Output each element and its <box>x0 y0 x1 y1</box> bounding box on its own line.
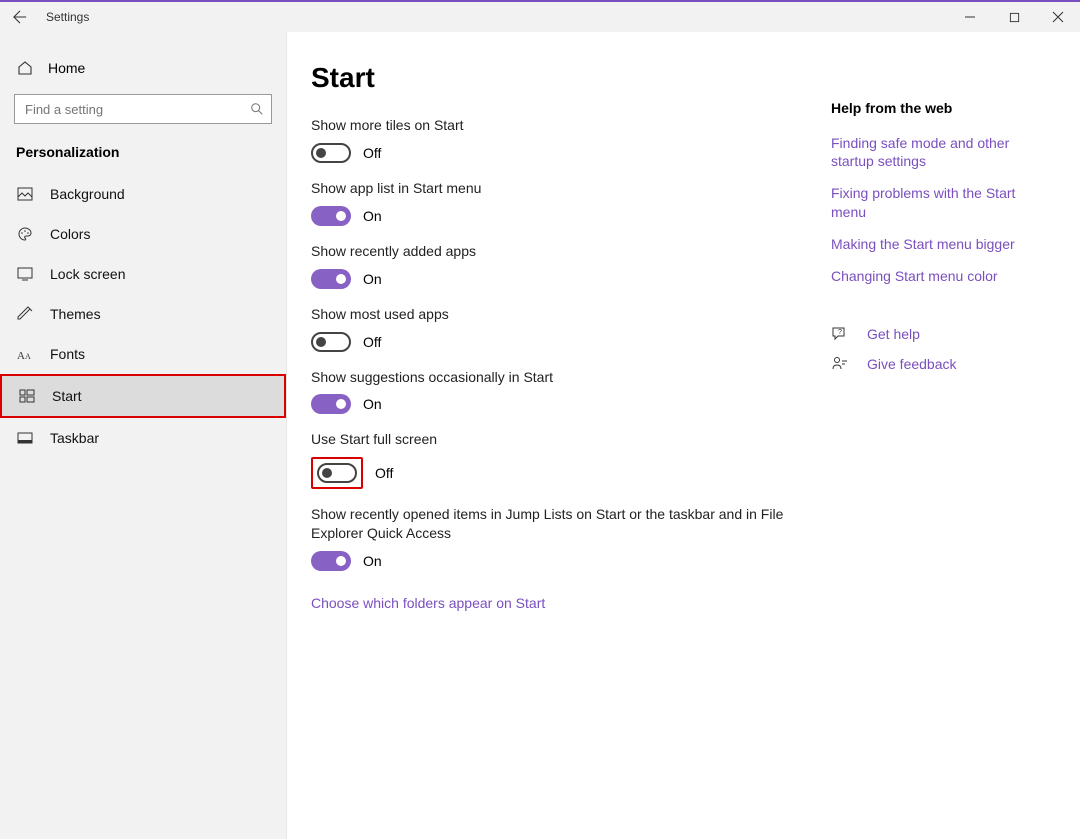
themes-icon <box>16 306 34 322</box>
sidebar-item-lock-screen[interactable]: Lock screen <box>0 254 286 294</box>
main-content: Start Show more tiles on Start Off Show … <box>287 32 1080 839</box>
sidebar-item-label: Taskbar <box>50 430 99 446</box>
aside-title: Help from the web <box>831 100 1051 116</box>
setting-suggestions: Show suggestions occasionally in Start O… <box>311 368 811 415</box>
back-arrow-icon <box>13 10 27 24</box>
sidebar-item-taskbar[interactable]: Taskbar <box>0 418 286 458</box>
window-controls <box>948 2 1080 32</box>
toggle-state: Off <box>363 334 381 350</box>
svg-text:?: ? <box>838 329 842 336</box>
palette-icon <box>16 226 34 242</box>
sidebar-item-fonts[interactable]: AA Fonts <box>0 334 286 374</box>
maximize-button[interactable] <box>992 2 1036 32</box>
toggle-switch[interactable] <box>311 394 351 414</box>
home-button[interactable]: Home <box>0 52 286 94</box>
svg-text:A: A <box>25 352 31 361</box>
toggle-state: On <box>363 208 382 224</box>
close-button[interactable] <box>1036 2 1080 32</box>
setting-label: Show suggestions occasionally in Start <box>311 368 811 387</box>
home-label: Home <box>48 60 85 76</box>
setting-recently-added: Show recently added apps On <box>311 242 811 289</box>
close-icon <box>1052 11 1064 23</box>
minimize-icon <box>964 11 976 23</box>
help-link[interactable]: Making the Start menu bigger <box>831 235 1051 253</box>
folders-link[interactable]: Choose which folders appear on Start <box>311 595 545 611</box>
setting-label: Use Start full screen <box>311 430 811 449</box>
sidebar-item-background[interactable]: Background <box>0 174 286 214</box>
setting-most-used: Show most used apps Off <box>311 305 811 352</box>
toggle-state: On <box>363 271 382 287</box>
help-bubble-icon: ? <box>831 325 849 343</box>
toggle-switch[interactable] <box>311 332 351 352</box>
taskbar-icon <box>16 432 34 444</box>
setting-full-screen: Use Start full screen Off <box>311 430 811 489</box>
help-link[interactable]: Fixing problems with the Start menu <box>831 184 1051 220</box>
setting-show-more-tiles: Show more tiles on Start Off <box>311 116 811 163</box>
toggle-state: Off <box>363 145 381 161</box>
minimize-button[interactable] <box>948 2 992 32</box>
setting-label: Show recently added apps <box>311 242 811 261</box>
toggle-state: On <box>363 553 382 569</box>
highlight-box <box>311 457 363 489</box>
get-help-label: Get help <box>867 326 920 342</box>
toggle-state: On <box>363 396 382 412</box>
back-button[interactable] <box>0 2 40 32</box>
sidebar-item-label: Lock screen <box>50 266 125 282</box>
help-aside: Help from the web Finding safe mode and … <box>811 62 1051 839</box>
window-title: Settings <box>40 10 948 24</box>
feedback-icon <box>831 355 849 373</box>
category-title: Personalization <box>0 144 286 174</box>
sidebar-item-label: Themes <box>50 306 101 322</box>
sidebar-item-themes[interactable]: Themes <box>0 294 286 334</box>
toggle-state: Off <box>375 465 393 481</box>
sidebar-item-label: Fonts <box>50 346 85 362</box>
lock-screen-icon <box>16 267 34 281</box>
toggle-switch[interactable] <box>311 143 351 163</box>
sidebar: Home Personalization Background Colors <box>0 32 287 839</box>
give-feedback-label: Give feedback <box>867 356 957 372</box>
setting-label: Show app list in Start menu <box>311 179 811 198</box>
sidebar-item-colors[interactable]: Colors <box>0 214 286 254</box>
toggle-switch[interactable] <box>311 206 351 226</box>
help-link[interactable]: Finding safe mode and other startup sett… <box>831 134 1051 170</box>
toggle-switch[interactable] <box>317 463 357 483</box>
titlebar: Settings <box>0 0 1080 32</box>
toggle-switch[interactable] <box>311 269 351 289</box>
setting-label: Show more tiles on Start <box>311 116 811 135</box>
toggle-switch[interactable] <box>311 551 351 571</box>
maximize-icon <box>1009 12 1020 23</box>
home-icon <box>16 60 34 76</box>
sidebar-item-label: Background <box>50 186 125 202</box>
give-feedback-button[interactable]: Give feedback <box>831 355 1051 373</box>
sidebar-item-label: Start <box>52 388 82 404</box>
search-icon <box>250 102 264 116</box>
page-title: Start <box>311 62 811 94</box>
picture-icon <box>16 187 34 201</box>
setting-jump-lists: Show recently opened items in Jump Lists… <box>311 505 811 571</box>
search-input[interactable] <box>14 94 272 124</box>
sidebar-item-start[interactable]: Start <box>0 374 286 418</box>
start-icon <box>18 389 36 403</box>
setting-label: Show recently opened items in Jump Lists… <box>311 505 811 543</box>
setting-label: Show most used apps <box>311 305 811 324</box>
get-help-button[interactable]: ? Get help <box>831 325 1051 343</box>
svg-text:A: A <box>17 350 25 361</box>
fonts-icon: AA <box>16 347 34 361</box>
sidebar-item-label: Colors <box>50 226 90 242</box>
setting-show-app-list: Show app list in Start menu On <box>311 179 811 226</box>
help-link[interactable]: Changing Start menu color <box>831 267 1051 285</box>
